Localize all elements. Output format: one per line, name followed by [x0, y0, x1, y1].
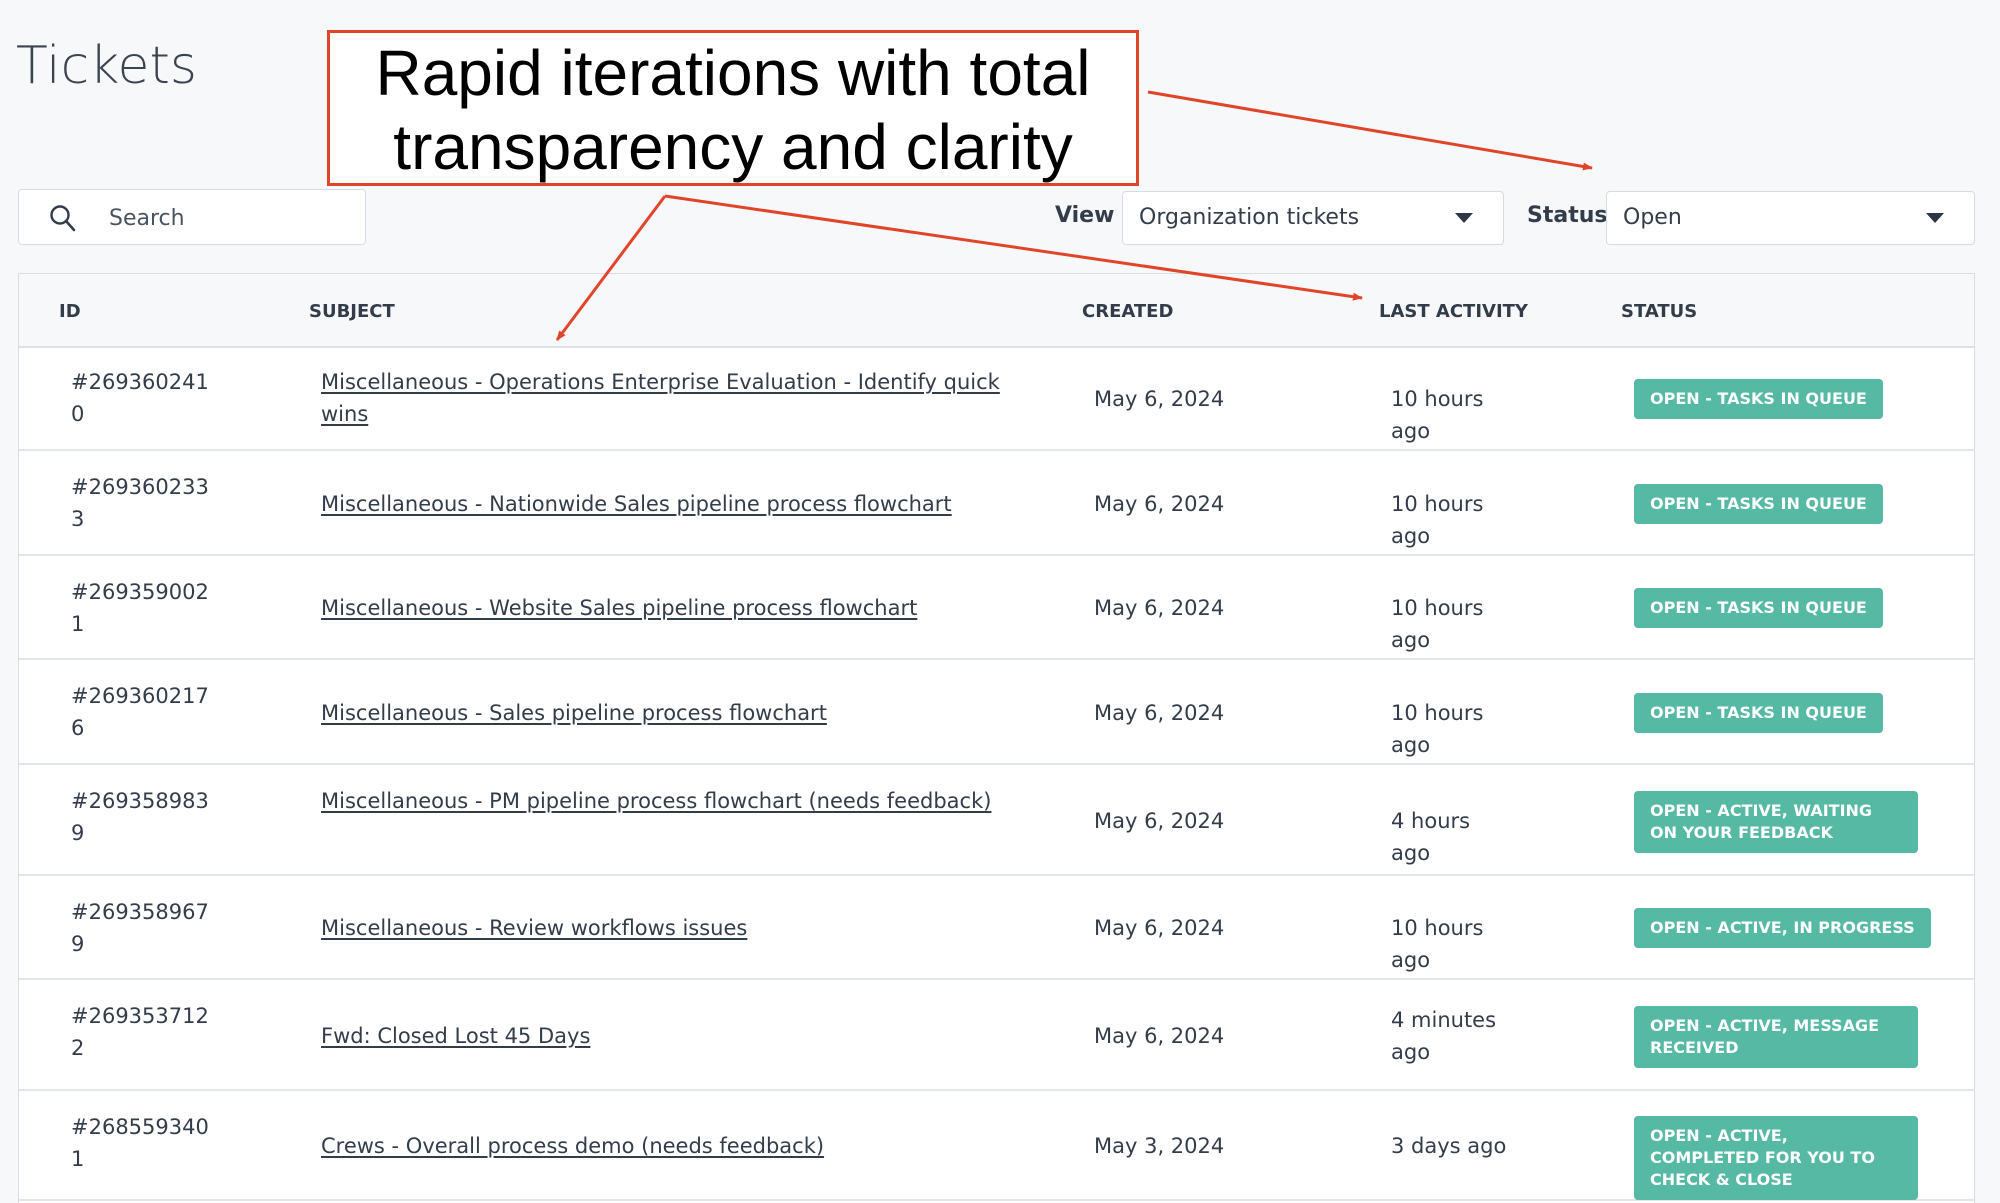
tickets-table: ID SUBJECT CREATED LAST ACTIVITY STATUS … — [18, 273, 1975, 1203]
status-select-value: Open — [1623, 205, 1682, 230]
table-row[interactable]: #2693602333 Miscellaneous - Nationwide Sa… — [19, 451, 1974, 556]
status-badge: OPEN - TASKS IN QUEUE — [1634, 692, 1883, 733]
subject-cell: Miscellaneous - Operations Enterprise Ev… — [321, 366, 1041, 430]
created-date: May 6, 2024 — [1094, 1023, 1225, 1048]
annotation-line-1: Rapid iterations with total — [375, 37, 1091, 109]
ticket-subject-link[interactable]: Miscellaneous - Nationwide Sales pipelin… — [321, 492, 952, 516]
status-badge: OPEN - ACTIVE, MESSAGE RECEIVED — [1634, 1005, 1918, 1068]
last-activity: 10 hours ago — [1391, 386, 1484, 443]
last-activity: 4 hours ago — [1391, 808, 1471, 865]
column-header-id[interactable]: ID — [59, 301, 81, 322]
ticket-subject-link[interactable]: Miscellaneous - Website Sales pipeline p… — [321, 596, 917, 620]
subject-cell: Miscellaneous - PM pipeline process flow… — [321, 785, 1041, 817]
chevron-down-icon — [1926, 213, 1944, 223]
annotation-callout: Rapid iterations with total transparency… — [327, 30, 1139, 186]
view-label: View — [1055, 203, 1115, 228]
view-select-value: Organization tickets — [1139, 205, 1360, 230]
created-date: May 6, 2024 — [1094, 700, 1225, 725]
last-activity: 10 hours ago — [1391, 700, 1484, 757]
subject-cell: Miscellaneous - Review workflows issues — [321, 912, 1041, 944]
ticket-subject-link[interactable]: Crews - Overall process demo (needs feed… — [321, 1134, 824, 1158]
search-input[interactable] — [107, 198, 351, 238]
arrow-to-status-filter — [1147, 90, 1593, 171]
last-activity: 3 days ago — [1391, 1134, 1507, 1158]
table-header: ID SUBJECT CREATED LAST ACTIVITY STATUS — [19, 274, 1974, 348]
created-date: May 6, 2024 — [1094, 916, 1225, 940]
ticket-subject-link[interactable]: Miscellaneous - Operations Enterprise Ev… — [321, 370, 1000, 426]
status-badge: OPEN - ACTIVE, COMPLETED FOR YOU TO CHEC… — [1634, 1116, 1918, 1200]
status-badge: OPEN - ACTIVE, WAITING ON YOUR FEEDBACK — [1634, 790, 1918, 853]
status-badge: OPEN - TASKS IN QUEUE — [1634, 588, 1883, 628]
created-date: May 6, 2024 — [1094, 808, 1225, 833]
subject-cell: Miscellaneous - Website Sales pipeline p… — [321, 592, 1041, 624]
column-header-subject[interactable]: SUBJECT — [309, 301, 395, 322]
ticket-id: #2693602333 — [71, 475, 209, 531]
status-label: Status — [1527, 203, 1608, 228]
search-field[interactable] — [18, 189, 366, 245]
ticket-subject-link[interactable]: Miscellaneous - PM pipeline process flow… — [321, 789, 991, 813]
subject-cell: Miscellaneous - Sales pipeline process f… — [321, 697, 1041, 729]
column-header-last-activity[interactable]: LAST ACTIVITY — [1379, 301, 1528, 322]
table-row[interactable]: #2693602176 Miscellaneous - Sales pipelin… — [19, 660, 1974, 765]
created-date: May 6, 2024 — [1094, 386, 1225, 411]
last-activity: 10 hours ago — [1391, 916, 1484, 972]
ticket-id: #2693537122 — [71, 1004, 209, 1060]
created-date: May 6, 2024 — [1094, 596, 1225, 620]
created-date: May 6, 2024 — [1094, 491, 1225, 516]
ticket-subject-link[interactable]: Miscellaneous - Review workflows issues — [321, 916, 747, 940]
table-row[interactable]: #2693589839 Miscellaneous - PM pipeline p… — [19, 765, 1974, 876]
status-badge: OPEN - ACTIVE, IN PROGRESS — [1634, 908, 1931, 948]
last-activity: 10 hours ago — [1391, 596, 1484, 652]
column-header-status[interactable]: STATUS — [1621, 301, 1697, 322]
last-activity: 10 hours ago — [1391, 491, 1484, 548]
ticket-subject-link[interactable]: Miscellaneous - Sales pipeline process f… — [321, 701, 827, 725]
view-select[interactable]: Organization tickets — [1122, 191, 1504, 245]
status-badge: OPEN - TASKS IN QUEUE — [1634, 483, 1883, 524]
chevron-down-icon — [1455, 213, 1473, 223]
ticket-id: #2685593401 — [71, 1115, 209, 1171]
ticket-id: #2693602410 — [71, 370, 209, 426]
status-badge: OPEN - TASKS IN QUEUE — [1634, 378, 1883, 419]
ticket-id: #2693590021 — [71, 580, 209, 636]
subject-cell: Miscellaneous - Nationwide Sales pipelin… — [321, 488, 1041, 520]
last-activity: 4 minutes ago — [1391, 1007, 1497, 1064]
column-header-created[interactable]: CREATED — [1082, 301, 1173, 322]
subject-cell: Fwd: Closed Lost 45 Days — [321, 1020, 1041, 1052]
created-date: May 3, 2024 — [1094, 1134, 1225, 1158]
table-row[interactable]: #2685593401 Crews - Overall process demo … — [19, 1091, 1974, 1201]
ticket-subject-link[interactable]: Fwd: Closed Lost 45 Days — [321, 1024, 590, 1048]
status-select[interactable]: Open — [1606, 191, 1975, 245]
table-row[interactable]: #2693602410 Miscellaneous - Operations En… — [19, 346, 1974, 451]
table-row[interactable]: #2693590021 Miscellaneous - Website Sales… — [19, 556, 1974, 660]
subject-cell: Crews - Overall process demo (needs feed… — [321, 1130, 1041, 1162]
table-row[interactable]: #2693589679 Miscellaneous - Review workfl… — [19, 876, 1974, 980]
ticket-id: #2693589679 — [71, 900, 209, 956]
ticket-id: #2693589839 — [71, 789, 209, 845]
search-icon — [50, 205, 76, 232]
annotation-line-2: transparency and clarity — [393, 111, 1073, 183]
table-row[interactable]: #2693537122 Fwd: Closed Lost 45 Days May 6… — [19, 980, 1974, 1091]
ticket-id: #2693602176 — [71, 684, 209, 740]
page-title: Tickets — [16, 36, 197, 96]
